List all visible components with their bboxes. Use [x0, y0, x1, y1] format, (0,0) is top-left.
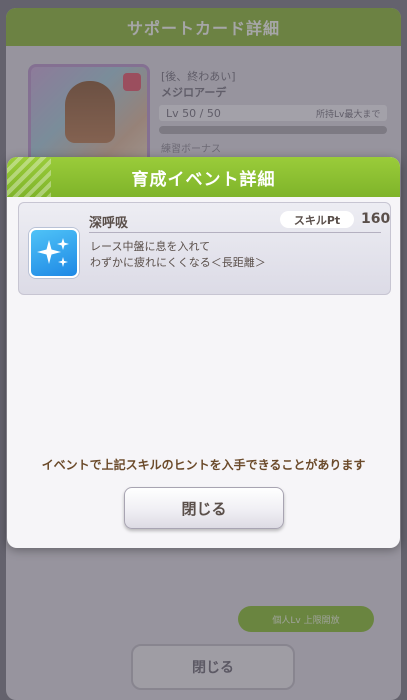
skill-name: 深呼吸 — [89, 216, 129, 231]
hint-note: イベントで上記スキルのヒントを入手できることがあります — [41, 458, 366, 472]
close-button-label: 閉じる — [181, 499, 227, 518]
dialog-header: 育成イベント詳細 — [7, 157, 400, 197]
training-event-detail-dialog: 育成イベント詳細 深呼吸 スキルPt 160 レース中盤に息を入れて わずかに疲… — [7, 157, 400, 548]
skill-divider — [89, 232, 381, 233]
skill-description-line1: レース中盤に息を入れて — [90, 240, 211, 253]
skill-pt-label: スキルPt — [280, 211, 354, 228]
sparkle-icon — [29, 228, 79, 278]
skill-description-line2: わずかに疲れにくくなる＜長距離＞ — [90, 256, 266, 269]
skill-pt-value: 160 — [361, 211, 391, 227]
skill-entry[interactable]: 深呼吸 スキルPt 160 レース中盤に息を入れて わずかに疲れにくくなる＜長距… — [18, 202, 391, 295]
close-button[interactable]: 閉じる — [124, 487, 284, 529]
dialog-title: 育成イベント詳細 — [131, 169, 276, 190]
